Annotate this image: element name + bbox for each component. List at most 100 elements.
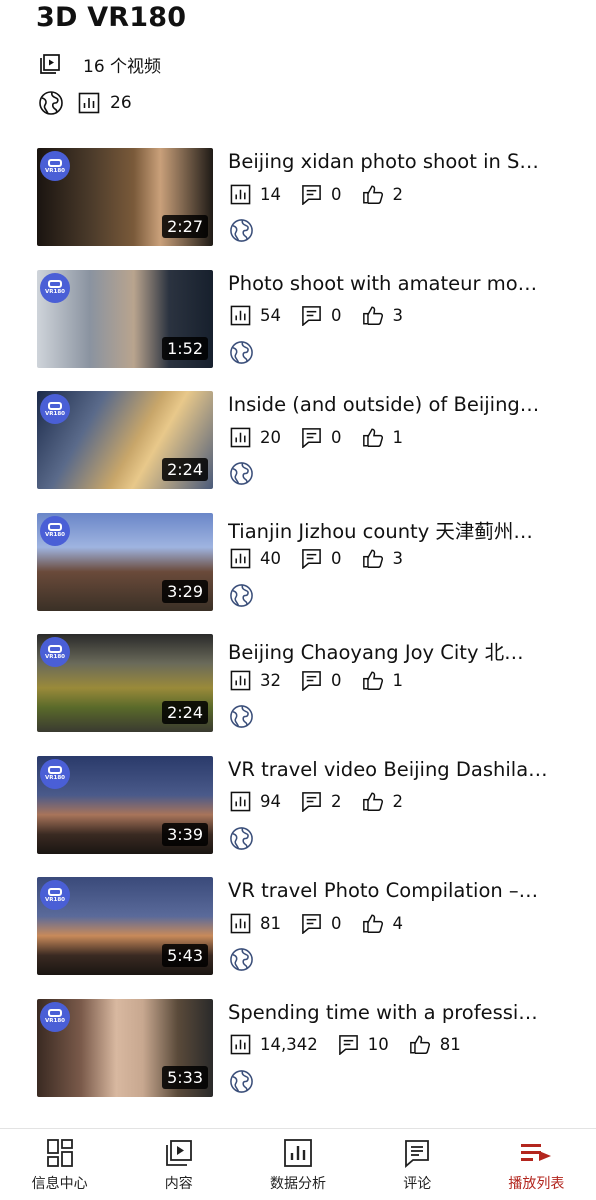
video-item[interactable]: VR180 5:43 VR travel Photo Compilation –… 8…: [0, 869, 596, 990]
video-thumbnail[interactable]: VR180 3:39: [37, 755, 213, 854]
playlist-header: 3D VR180 16 个视频 26: [0, 0, 596, 140]
nav-item-content[interactable]: 内容: [119, 1129, 238, 1200]
like-icon: [362, 184, 384, 205]
vr180-badge-icon: VR180: [40, 515, 70, 546]
playlist-title: 3D VR180: [36, 2, 187, 33]
view-count: 32: [260, 670, 281, 690]
nav-item-dashboard[interactable]: 信息中心: [0, 1129, 119, 1200]
comment-icon: [301, 670, 322, 691]
comments-icon: [402, 1138, 432, 1173]
analytics-icon: [230, 427, 251, 448]
comment-count: 0: [331, 549, 342, 568]
video-title[interactable]: Spending time with a professi…: [228, 1001, 560, 1024]
video-item[interactable]: VR180 3:29 Tianjin Jizhou county 天津蓟州… 40 0 3: [0, 505, 596, 626]
comment-count: 0: [331, 913, 342, 933]
video-stats: 14,342 10 81: [230, 1033, 481, 1057]
nav-label-content: 内容: [164, 1176, 193, 1192]
stats-row: 26: [38, 89, 132, 117]
analytics-icon: [78, 92, 100, 114]
video-stats: 94 2 2: [230, 790, 423, 814]
video-stats: 32 0 1: [230, 668, 423, 692]
video-stats: 40 0 3: [230, 547, 423, 571]
video-item[interactable]: VR180 2:27 Beijing xidan photo shoot in S……: [0, 140, 596, 261]
video-thumbnail[interactable]: VR180 2:27: [37, 148, 213, 246]
like-count: 1: [392, 427, 404, 447]
video-thumbnail[interactable]: VR180 5:33: [37, 998, 213, 1097]
video-duration: 1:52: [162, 336, 208, 360]
video-stats: 20 0 1: [230, 425, 423, 449]
video-title[interactable]: Tianjin Jizhou county 天津蓟州…: [228, 515, 560, 544]
nav-item-playlists[interactable]: 播放列表: [477, 1129, 596, 1200]
like-icon: [362, 427, 384, 448]
video-duration: 3:29: [162, 579, 208, 603]
video-stats: 54 0 3: [230, 304, 423, 328]
comment-count: 10: [367, 1035, 389, 1054]
analytics-icon: [230, 1034, 251, 1055]
nav-label-analytics: 数据分析: [270, 1176, 326, 1192]
video-thumbnail[interactable]: VR180 2:24: [37, 634, 213, 732]
comment-count: 0: [331, 670, 342, 690]
video-thumbnail[interactable]: VR180 1:52: [37, 269, 213, 368]
playlist-icon: [519, 1138, 553, 1173]
video-thumbnail[interactable]: VR180 2:24: [37, 391, 213, 489]
video-title[interactable]: Photo shoot with amateur mo…: [228, 272, 560, 295]
globe-icon: [38, 90, 64, 116]
like-count: 3: [392, 549, 404, 568]
nav-item-analytics[interactable]: 数据分析: [238, 1129, 357, 1200]
nav-label-playlists: 播放列表: [508, 1176, 565, 1192]
analytics-icon: [230, 305, 251, 326]
playlist-views: 26: [110, 93, 132, 113]
like-count: 4: [392, 913, 404, 933]
analytics-icon: [230, 913, 251, 934]
like-icon: [362, 670, 384, 691]
comment-icon: [301, 913, 322, 934]
view-count: 20: [260, 427, 281, 447]
analytics-icon: [230, 548, 251, 569]
nav-label-dashboard: 信息中心: [31, 1176, 88, 1192]
view-count: 14: [260, 184, 281, 204]
like-icon: [362, 791, 384, 812]
video-thumbnail[interactable]: VR180 3:29: [37, 512, 213, 611]
public-globe-icon: [229, 340, 254, 369]
view-count: 40: [260, 549, 281, 568]
like-icon: [409, 1034, 431, 1055]
video-title[interactable]: Beijing Chaoyang Joy City 北…: [228, 636, 560, 665]
content-icon: [164, 1138, 194, 1173]
video-title[interactable]: VR travel video Beijing Dashila…: [228, 758, 560, 781]
analytics-icon: [230, 670, 251, 691]
like-icon: [362, 913, 384, 934]
vr180-badge-icon: VR180: [40, 151, 70, 181]
vr180-badge-icon: VR180: [40, 272, 70, 303]
video-thumbnail[interactable]: VR180 5:43: [37, 877, 213, 975]
video-duration: 2:24: [162, 701, 208, 724]
video-duration: 5:43: [162, 944, 208, 967]
public-globe-icon: [229, 947, 254, 976]
vr180-badge-icon: VR180: [40, 758, 70, 789]
comment-count: 0: [331, 427, 342, 447]
comment-count: 0: [331, 184, 342, 204]
video-item[interactable]: VR180 3:39 VR travel video Beijing Dashila…: [0, 748, 596, 869]
video-item[interactable]: VR180 5:33 Spending time with a professi… 1…: [0, 991, 596, 1112]
like-icon: [362, 305, 384, 326]
video-title[interactable]: Inside (and outside) of Beijing…: [228, 393, 560, 416]
like-count: 2: [392, 792, 404, 811]
video-item[interactable]: VR180 2:24 Beijing Chaoyang Joy City 北… 32 0…: [0, 626, 596, 747]
video-title[interactable]: Beijing xidan photo shoot in S…: [228, 150, 560, 173]
video-stats: 14 0 2: [230, 182, 423, 206]
comment-icon: [338, 1034, 359, 1055]
video-item[interactable]: VR180 1:52 Photo shoot with amateur mo… 54 0…: [0, 262, 596, 383]
vr180-badge-icon: VR180: [40, 880, 70, 910]
video-duration: 5:33: [162, 1065, 208, 1089]
comment-count: 2: [331, 792, 342, 811]
video-list[interactable]: VR180 2:27 Beijing xidan photo shoot in S……: [0, 140, 596, 1130]
view-count: 14,342: [260, 1035, 318, 1054]
like-count: 3: [392, 306, 404, 325]
public-globe-icon: [229, 218, 254, 247]
nav-item-comments[interactable]: 评论: [358, 1129, 477, 1200]
comment-icon: [301, 184, 322, 205]
video-item[interactable]: VR180 2:24 Inside (and outside) of Beijing…: [0, 383, 596, 504]
video-title[interactable]: VR travel Photo Compilation –…: [228, 879, 560, 902]
public-globe-icon: [229, 1069, 254, 1098]
public-globe-icon: [229, 704, 254, 733]
video-stats: 81 0 4: [230, 911, 423, 935]
